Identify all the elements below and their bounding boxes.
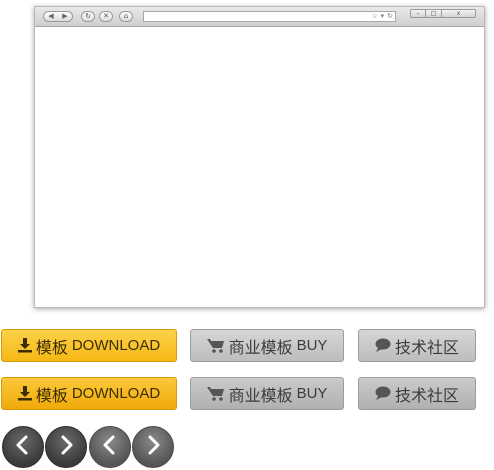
nav-button-group: ◀ ▶: [43, 11, 73, 22]
template-download-button-hover[interactable]: 模板 DOWNLOAD: [1, 377, 177, 410]
template-download-button[interactable]: 模板 DOWNLOAD: [1, 329, 177, 362]
download-icon: [17, 338, 32, 353]
community-label: 技术社区: [394, 337, 459, 357]
browser-content: [35, 27, 484, 307]
star-icon[interactable]: ☆: [371, 12, 377, 21]
next-arrow-button[interactable]: [45, 426, 87, 468]
window-controls: – □ x: [410, 9, 476, 18]
address-bar[interactable]: ☆ ▾ ↻: [143, 11, 396, 22]
community-button[interactable]: 技术社区: [358, 329, 476, 362]
page: ◀ ▶ ↻ ✕ ⌂ ☆ ▾ ↻ – □ x 模板 DOWNLOAD 商业模板 B…: [0, 0, 494, 470]
commercial-buy-button[interactable]: 商业模板 BUY: [190, 329, 344, 362]
template-download-cn-label: 模板: [35, 337, 68, 357]
home-button[interactable]: ⌂: [119, 11, 133, 22]
commercial-buy-en-label: BUY: [296, 385, 328, 402]
download-icon: [17, 386, 32, 401]
cart-icon: [206, 338, 225, 354]
dropdown-icon[interactable]: ▾: [381, 12, 385, 21]
chevron-right-icon: [58, 435, 74, 459]
commercial-buy-button-hover[interactable]: 商业模板 BUY: [190, 377, 344, 410]
commercial-buy-en-label: BUY: [296, 337, 328, 354]
maximize-button[interactable]: □: [426, 9, 442, 18]
commercial-buy-cn-label: 商业模板: [228, 337, 293, 357]
chat-bubble-icon: [375, 338, 391, 353]
cart-icon: [206, 386, 225, 402]
reload-button[interactable]: ↻: [81, 11, 95, 22]
template-download-en-label: DOWNLOAD: [71, 385, 161, 402]
forward-button[interactable]: ▶: [58, 12, 72, 21]
minimize-button[interactable]: –: [410, 9, 426, 18]
chevron-left-icon: [102, 435, 118, 459]
prev-arrow-button-hover[interactable]: [89, 426, 131, 468]
back-button[interactable]: ◀: [44, 12, 58, 21]
template-download-en-label: DOWNLOAD: [71, 337, 161, 354]
stop-button[interactable]: ✕: [99, 11, 113, 22]
refresh-icon[interactable]: ↻: [387, 12, 393, 21]
community-label: 技术社区: [394, 385, 459, 405]
community-button-hover[interactable]: 技术社区: [358, 377, 476, 410]
next-arrow-button-hover[interactable]: [132, 426, 174, 468]
chevron-left-icon: [15, 435, 31, 459]
browser-window: ◀ ▶ ↻ ✕ ⌂ ☆ ▾ ↻ – □ x: [34, 6, 485, 308]
commercial-buy-cn-label: 商业模板: [228, 385, 293, 405]
close-button[interactable]: x: [442, 9, 476, 18]
prev-arrow-button[interactable]: [2, 426, 44, 468]
chat-bubble-icon: [375, 386, 391, 401]
chevron-right-icon: [145, 435, 161, 459]
address-bar-icons: ☆ ▾ ↻: [371, 12, 393, 21]
browser-toolbar: ◀ ▶ ↻ ✕ ⌂ ☆ ▾ ↻ – □ x: [35, 7, 484, 27]
template-download-cn-label: 模板: [35, 385, 68, 405]
